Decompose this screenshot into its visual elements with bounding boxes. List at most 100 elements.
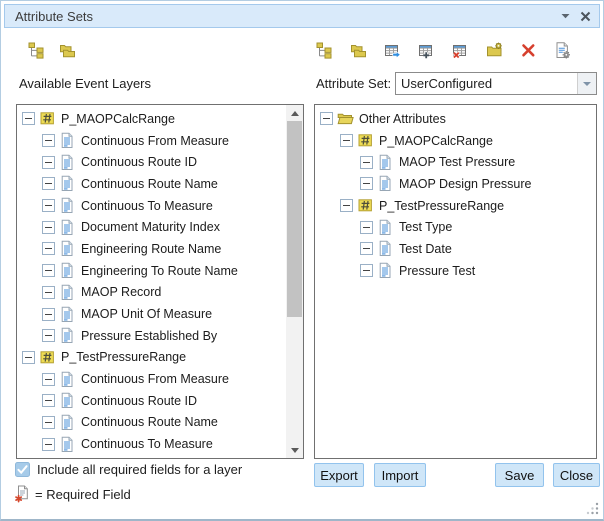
doc-icon <box>59 371 76 388</box>
collapse-minus-box[interactable] <box>42 221 55 234</box>
tree-item[interactable]: Test Date <box>315 238 596 260</box>
attribute-set-tree: Other Attributes P_MAOPCalcRange MAOP Te… <box>315 105 596 282</box>
export-button[interactable]: Export <box>314 463 364 487</box>
collapse-minus-box[interactable] <box>42 134 55 147</box>
tree-item[interactable]: MAOP Test Pressure <box>315 151 596 173</box>
tree-item-label: P_MAOPCalcRange <box>61 112 175 126</box>
tree-item-label: MAOP Unit Of Measure <box>81 307 212 321</box>
doc-icon <box>59 262 76 279</box>
collapse-minus-box[interactable] <box>360 242 373 255</box>
collapse-minus-box[interactable] <box>42 373 55 386</box>
collapse-minus-box[interactable] <box>42 308 55 321</box>
tree-item-label: Pressure Test <box>399 264 475 278</box>
folders-icon <box>59 42 76 59</box>
collapse-minus-box[interactable] <box>22 351 35 364</box>
vertical-scrollbar[interactable] <box>286 105 303 458</box>
collapse-minus-box[interactable] <box>42 329 55 342</box>
collapse-minus-box[interactable] <box>42 177 55 190</box>
folders-button[interactable] <box>58 40 79 61</box>
table-x-button[interactable] <box>451 40 472 61</box>
tree-item[interactable]: Engineering To Route Name <box>17 260 286 282</box>
tree-item[interactable]: Continuous From Measure <box>17 130 286 152</box>
collapse-minus-box[interactable] <box>22 112 35 125</box>
save-button[interactable]: Save <box>495 463 544 487</box>
folder-gear-button[interactable] <box>485 40 506 61</box>
collapse-minus-box[interactable] <box>42 264 55 277</box>
required-field-legend: = Required Field <box>14 485 131 503</box>
tree-item[interactable]: Document Maturity Index <box>17 216 286 238</box>
tree-item[interactable]: Engineering Route Name <box>17 238 286 260</box>
collapse-minus-box[interactable] <box>42 286 55 299</box>
doc-icon <box>59 175 76 192</box>
doc-icon <box>377 175 394 192</box>
tree-item[interactable]: Pressure Established By <box>17 325 286 347</box>
import-button[interactable]: Import <box>374 463 426 487</box>
collapse-minus-box[interactable] <box>42 242 55 255</box>
tree-item[interactable]: Continuous Route Name <box>17 173 286 195</box>
red-x-button[interactable] <box>519 40 540 61</box>
doc-gear-button[interactable] <box>553 40 574 61</box>
table-plus-icon <box>418 42 435 59</box>
doc-gear-icon <box>554 42 571 59</box>
required-field-legend-label: = Required Field <box>35 487 131 502</box>
tree-item[interactable]: Test Type <box>315 216 596 238</box>
attribute-set-panel: Other Attributes P_MAOPCalcRange MAOP Te… <box>314 104 597 459</box>
collapse-button[interactable] <box>555 7 575 25</box>
tree-item-label: P_TestPressureRange <box>379 199 504 213</box>
collapse-minus-box[interactable] <box>360 264 373 277</box>
tree-item[interactable]: Continuous Route Name <box>17 412 286 434</box>
tree-item[interactable]: Continuous From Measure <box>17 368 286 390</box>
tree-item[interactable]: MAOP Design Pressure <box>315 173 596 195</box>
collapse-minus-box[interactable] <box>360 156 373 169</box>
tree-item[interactable]: Other Attributes <box>315 108 596 130</box>
doc-icon <box>377 154 394 171</box>
tree-item[interactable]: Continuous To Measure <box>17 195 286 217</box>
tree-item[interactable]: Continuous Route ID <box>17 390 286 412</box>
doc-icon <box>59 284 76 301</box>
doc-icon <box>59 306 76 323</box>
collapse-minus-box[interactable] <box>360 177 373 190</box>
collapse-minus-box[interactable] <box>42 156 55 169</box>
scroll-up-button[interactable] <box>286 105 303 121</box>
collapse-minus-box[interactable] <box>360 221 373 234</box>
event-icon <box>39 349 56 366</box>
tree-item[interactable]: Continuous Route ID <box>17 151 286 173</box>
tree-item[interactable]: P_MAOPCalcRange <box>315 130 596 152</box>
scroll-down-button[interactable] <box>286 442 303 458</box>
collapse-minus-box[interactable] <box>42 394 55 407</box>
tree-item[interactable]: Pressure Test <box>315 260 596 282</box>
tree-item[interactable]: Continuous To Measure <box>17 433 286 455</box>
tree-item[interactable]: P_TestPressureRange <box>17 347 286 369</box>
collapse-minus-box[interactable] <box>340 134 353 147</box>
doc-icon <box>59 240 76 257</box>
tree-set-button[interactable] <box>27 40 48 61</box>
attribute-set-dropdown[interactable]: UserConfigured <box>395 72 597 95</box>
chevron-down-icon <box>561 13 570 19</box>
doc-icon <box>59 154 76 171</box>
tree-item[interactable]: MAOP Unit Of Measure <box>17 303 286 325</box>
close-dialog-button[interactable]: Close <box>553 463 600 487</box>
doc-icon <box>59 132 76 149</box>
tree-item-label: MAOP Test Pressure <box>399 155 515 169</box>
tree-item-label: Continuous From Measure <box>81 134 229 148</box>
attribute-set-label: Attribute Set: <box>316 76 391 91</box>
collapse-minus-box[interactable] <box>42 438 55 451</box>
include-required-checkbox[interactable] <box>15 462 30 477</box>
doc-icon <box>377 262 394 279</box>
resize-grip[interactable] <box>586 502 599 515</box>
attribute-set-dropdown-value: UserConfigured <box>396 73 577 94</box>
scrollbar-thumb[interactable] <box>287 121 302 317</box>
tree-set-button[interactable] <box>315 40 336 61</box>
table-plus-button[interactable] <box>417 40 438 61</box>
collapse-minus-box[interactable] <box>340 199 353 212</box>
collapse-minus-box[interactable] <box>320 112 333 125</box>
tree-item[interactable]: MAOP Record <box>17 282 286 304</box>
collapse-minus-box[interactable] <box>42 199 55 212</box>
folders-button[interactable] <box>349 40 370 61</box>
attribute-set-dropdown-button[interactable] <box>577 73 596 94</box>
table-arrow-button[interactable] <box>383 40 404 61</box>
collapse-minus-box[interactable] <box>42 416 55 429</box>
tree-item[interactable]: P_MAOPCalcRange <box>17 108 286 130</box>
close-button[interactable] <box>575 7 595 25</box>
tree-item[interactable]: P_TestPressureRange <box>315 195 596 217</box>
